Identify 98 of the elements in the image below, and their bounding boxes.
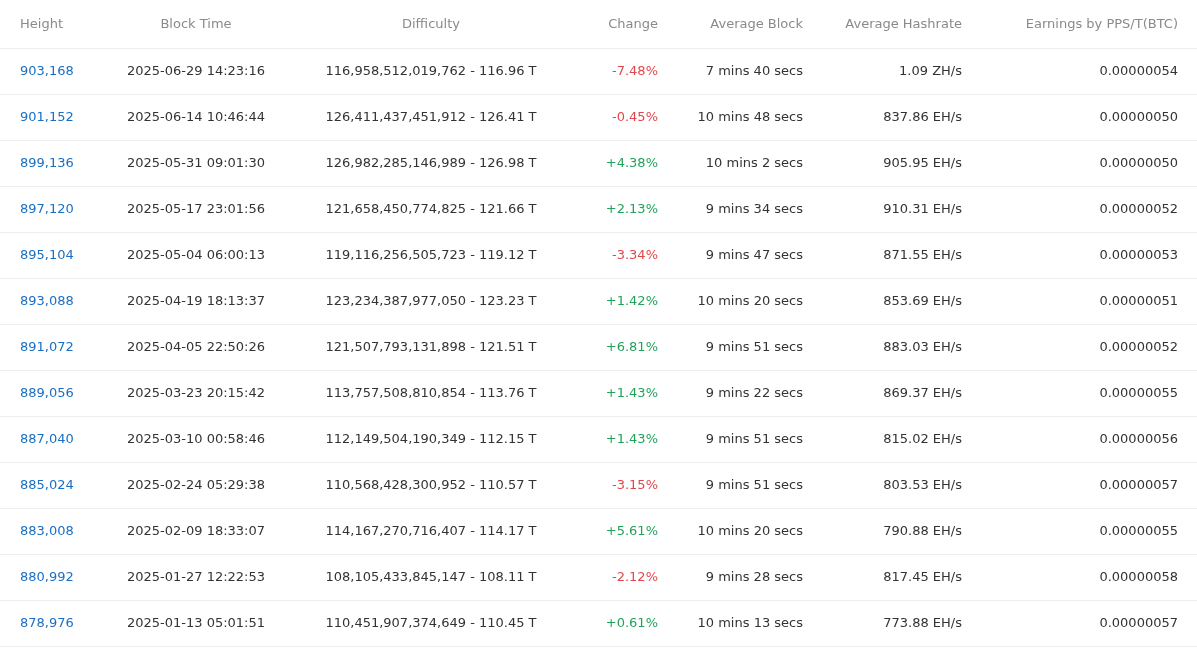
table-cell: 2025-04-19 18:13:37	[106, 278, 286, 324]
table-cell: 883.03 EH/s	[815, 324, 974, 370]
block-height-link[interactable]: 899,136	[20, 155, 74, 171]
block-height-link[interactable]: 883,008	[20, 523, 74, 539]
table-cell: 9 mins 47 secs	[670, 232, 815, 278]
table-cell: 0.00000051	[974, 278, 1197, 324]
table-cell: +2.13%	[576, 186, 670, 232]
column-header: Average Block	[670, 0, 815, 48]
table-cell: 2025-02-24 05:29:38	[106, 462, 286, 508]
table-cell: 2025-02-09 18:33:07	[106, 508, 286, 554]
table-cell: 2025-05-04 06:00:13	[106, 232, 286, 278]
table-cell: 9 mins 51 secs	[670, 416, 815, 462]
table-cell: 2025-03-23 20:15:42	[106, 370, 286, 416]
table-cell: 790.88 EH/s	[815, 508, 974, 554]
block-height-link[interactable]: 885,024	[20, 477, 74, 493]
table-cell: 0.00000050	[974, 140, 1197, 186]
table-cell: 126,982,285,146,989 - 126.98 T	[286, 140, 576, 186]
block-height-link[interactable]: 903,168	[20, 63, 74, 79]
table-cell: 10 mins 2 secs	[670, 140, 815, 186]
table-cell: 10 mins 48 secs	[670, 94, 815, 140]
table-cell: 9 mins 34 secs	[670, 186, 815, 232]
table-cell: 0.00000056	[974, 416, 1197, 462]
table-cell: +1.42%	[576, 278, 670, 324]
table-cell: 853.69 EH/s	[815, 278, 974, 324]
table-cell: 905.95 EH/s	[815, 140, 974, 186]
table-cell: 0.00000054	[974, 48, 1197, 94]
table-cell: 9 mins 51 secs	[670, 462, 815, 508]
table-cell: +1.43%	[576, 416, 670, 462]
table-cell: 871.55 EH/s	[815, 232, 974, 278]
table-cell: 2025-05-17 23:01:56	[106, 186, 286, 232]
table-cell: 815.02 EH/s	[815, 416, 974, 462]
table-cell: -3.34%	[576, 232, 670, 278]
column-header: Average Hashrate	[815, 0, 974, 48]
block-height-link[interactable]: 878,976	[20, 615, 74, 631]
block-height-link[interactable]: 895,104	[20, 247, 74, 263]
block-height-link[interactable]: 901,152	[20, 109, 74, 125]
table-cell: +1.43%	[576, 370, 670, 416]
table-cell: 116,958,512,019,762 - 116.96 T	[286, 48, 576, 94]
table-cell: 9 mins 28 secs	[670, 554, 815, 600]
table-cell: 112,149,504,190,349 - 112.15 T	[286, 416, 576, 462]
table-cell: 10 mins 20 secs	[670, 278, 815, 324]
table-cell: 9 mins 22 secs	[670, 370, 815, 416]
table-cell: 0.00000050	[974, 94, 1197, 140]
block-height-link[interactable]: 887,040	[20, 431, 74, 447]
table-cell: 121,507,793,131,898 - 121.51 T	[286, 324, 576, 370]
column-header: Difficulty	[286, 0, 576, 48]
table-cell: 1.09 ZH/s	[815, 48, 974, 94]
table-cell: 7 mins 40 secs	[670, 48, 815, 94]
column-header: Block Time	[106, 0, 286, 48]
table-cell: 0.00000055	[974, 370, 1197, 416]
block-height-link[interactable]: 891,072	[20, 339, 74, 355]
table-cell: 9 mins 51 secs	[670, 324, 815, 370]
table-cell: -3.15%	[576, 462, 670, 508]
table-cell: 0.00000057	[974, 462, 1197, 508]
block-height-link[interactable]: 889,056	[20, 385, 74, 401]
table-cell: 10 mins 20 secs	[670, 508, 815, 554]
block-height-link[interactable]: 880,992	[20, 569, 74, 585]
table-cell: 121,658,450,774,825 - 121.66 T	[286, 186, 576, 232]
table-cell: 2025-01-27 12:22:53	[106, 554, 286, 600]
table-cell: 2025-06-14 10:46:44	[106, 94, 286, 140]
table-cell: 0.00000055	[974, 508, 1197, 554]
table-cell: 0.00000052	[974, 186, 1197, 232]
table-cell: 0.00000053	[974, 232, 1197, 278]
table-cell: 108,105,433,845,147 - 108.11 T	[286, 554, 576, 600]
table-cell: +6.81%	[576, 324, 670, 370]
table-cell: 803.53 EH/s	[815, 462, 974, 508]
column-header: Height	[0, 0, 106, 48]
table-cell: 126,411,437,451,912 - 126.41 T	[286, 94, 576, 140]
table-cell: 0.00000057	[974, 600, 1197, 646]
table-cell: +4.38%	[576, 140, 670, 186]
table-cell: +5.61%	[576, 508, 670, 554]
table-cell: 773.88 EH/s	[815, 600, 974, 646]
table-cell: 0.00000052	[974, 324, 1197, 370]
table-cell: 869.37 EH/s	[815, 370, 974, 416]
block-height-link[interactable]: 893,088	[20, 293, 74, 309]
table-cell: 837.86 EH/s	[815, 94, 974, 140]
table-cell: 0.00000058	[974, 554, 1197, 600]
table-cell: -7.48%	[576, 48, 670, 94]
table-cell: 2025-01-13 05:01:51	[106, 600, 286, 646]
table-cell: 817.45 EH/s	[815, 554, 974, 600]
column-header: Change	[576, 0, 670, 48]
table-cell: 113,757,508,810,854 - 113.76 T	[286, 370, 576, 416]
table-cell: +0.61%	[576, 600, 670, 646]
table-cell: 110,568,428,300,952 - 110.57 T	[286, 462, 576, 508]
table-cell: 123,234,387,977,050 - 123.23 T	[286, 278, 576, 324]
table-cell: 110,451,907,374,649 - 110.45 T	[286, 600, 576, 646]
table-cell: -2.12%	[576, 554, 670, 600]
table-cell: 114,167,270,716,407 - 114.17 T	[286, 508, 576, 554]
table-cell: 910.31 EH/s	[815, 186, 974, 232]
table-cell: 2025-04-05 22:50:26	[106, 324, 286, 370]
table-cell: -0.45%	[576, 94, 670, 140]
table-cell: 10 mins 13 secs	[670, 600, 815, 646]
table-cell: 2025-05-31 09:01:30	[106, 140, 286, 186]
block-height-link[interactable]: 897,120	[20, 201, 74, 217]
table-cell: 2025-06-29 14:23:16	[106, 48, 286, 94]
column-header: Earnings by PPS/T(BTC)	[974, 0, 1197, 48]
table-cell: 2025-03-10 00:58:46	[106, 416, 286, 462]
table-cell: 119,116,256,505,723 - 119.12 T	[286, 232, 576, 278]
